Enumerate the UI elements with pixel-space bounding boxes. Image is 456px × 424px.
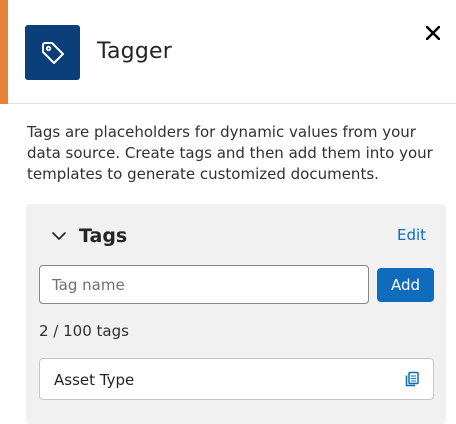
tag-item-label: Asset Type (54, 371, 135, 389)
tag-name-input[interactable] (39, 265, 369, 304)
header: Tagger (0, 0, 456, 104)
tags-section-title: Tags (79, 225, 128, 247)
description: Tags are placeholders for dynamic values… (27, 123, 433, 183)
tags-section-toggle[interactable]: Tags (26, 222, 127, 250)
tag-icon (41, 41, 64, 64)
logo (25, 25, 80, 80)
close-icon (426, 26, 440, 40)
tag-item[interactable]: Asset Type (39, 358, 434, 400)
add-tag-button[interactable]: Add (377, 268, 434, 302)
app-title: Tagger (97, 39, 172, 64)
edit-link[interactable]: Edit (397, 226, 426, 244)
tag-count: 2 / 100 tags (39, 322, 129, 340)
close-button[interactable] (420, 20, 446, 46)
accent-bar (0, 0, 8, 104)
copy-icon[interactable] (404, 371, 420, 387)
chevron-down-icon (52, 232, 66, 240)
